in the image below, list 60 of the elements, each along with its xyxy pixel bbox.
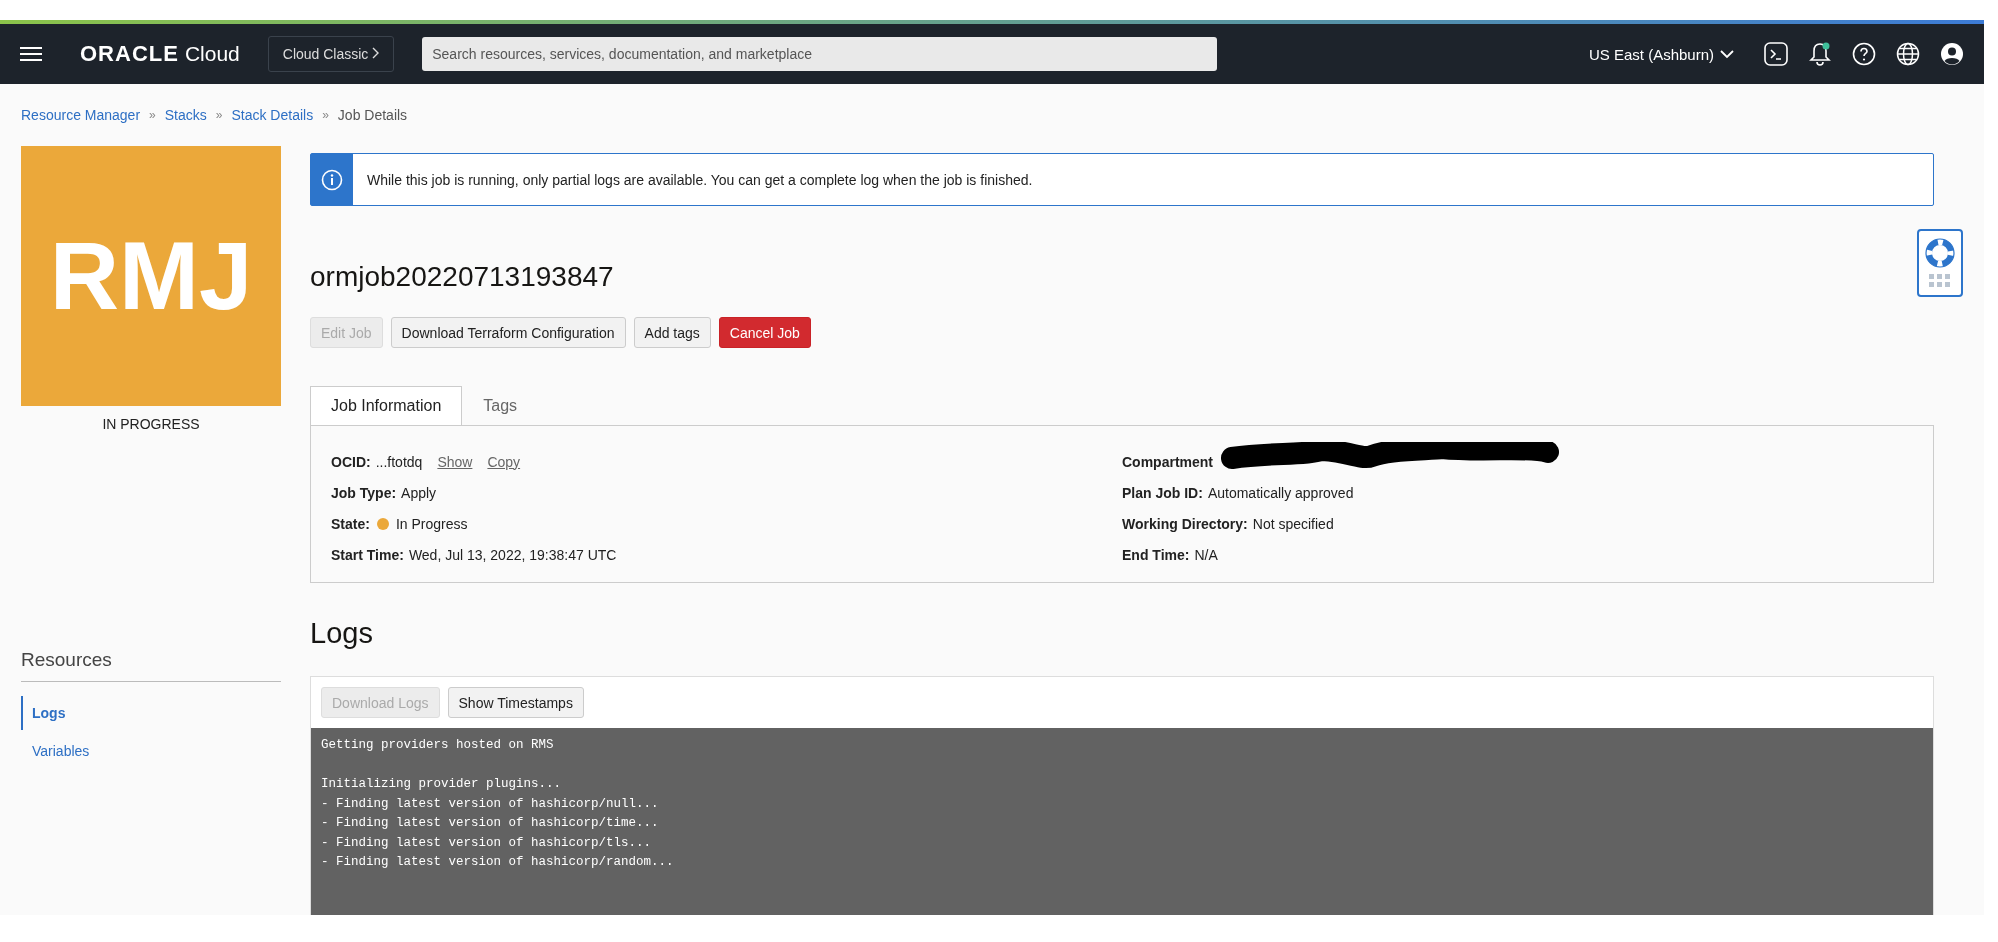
action-button[interactable]: Download Terraform Configuration [390,317,626,348]
globe-icon[interactable] [1896,42,1920,66]
user-avatar-icon[interactable] [1940,42,1964,66]
field-value: Automatically approved [1207,484,1354,501]
oracle-cloud-logo[interactable]: ORACLE Cloud [80,41,240,67]
breadcrumb-current: Job Details [337,107,408,123]
field-label: Compartment [1122,453,1213,470]
field-label: State: [331,515,370,532]
job-initials: RMJ [49,221,253,331]
field-value: N/A [1194,546,1218,563]
field-label: OCID: [331,453,371,470]
breadcrumb-separator: » [149,108,156,122]
banner-message: While this job is running, only partial logs are available. You can get a complete log when the job is finished. [367,171,1033,188]
field-value: Not specified [1252,515,1334,532]
breadcrumb-link[interactable]: Stack Details [231,107,314,123]
log-line: - Finding latest version of hashicorp/time... [321,816,660,832]
resources-heading: Resources [21,649,281,682]
breadcrumb-link[interactable]: Resource Manager [21,107,141,123]
breadcrumb-separator: » [215,108,223,122]
logs-heading: Logs [310,617,374,650]
cloud-classic-button[interactable]: Cloud Classic [267,36,395,72]
breadcrumb-separator: » [322,108,329,122]
info-icon [321,168,343,191]
region-selector[interactable]: US East (Ashburn) [1582,44,1740,64]
field-value: In Progress [395,515,468,532]
lifebuoy-icon [1925,238,1955,268]
log-line: Initializing provider plugins... [321,777,563,793]
field-label: End Time: [1122,546,1190,563]
tab[interactable]: Job Information [310,386,463,426]
chevron-right-icon [372,47,380,59]
action-button[interactable]: Cancel Job [718,317,811,348]
text-link[interactable]: Show [437,453,473,470]
job-status-label: IN PROGRESS [101,416,201,432]
bell-icon[interactable] [1808,41,1832,67]
menu-icon[interactable] [20,46,42,62]
grid-icon [1929,274,1951,288]
field-label: Plan Job ID: [1122,484,1203,501]
caret-icon [1720,49,1734,59]
field-value: ...ftotdq [375,453,423,470]
job-title: ormjob20220713193847 [310,261,615,293]
field-label: Start Time: [331,546,404,563]
resource-link[interactable]: Variables [21,734,281,768]
log-line: - Finding latest version of hashicorp/random... [321,855,675,871]
action-button[interactable]: Add tags [633,317,711,348]
resource-link[interactable]: Logs [21,696,281,730]
help-widget[interactable] [1917,229,1963,297]
text-link[interactable]: Copy [487,453,521,470]
log-button[interactable]: Show Timestamps [447,687,584,718]
field-label: Job Type: [331,484,397,501]
log-line: - Finding latest version of hashicorp/tls... [321,835,653,852]
breadcrumb-link[interactable]: Stacks [164,107,207,123]
terminal-icon[interactable] [1764,42,1788,66]
help-icon[interactable] [1852,42,1876,66]
log-line: Getting providers hosted on RMS [321,738,555,754]
search-field[interactable]: Search resources, services, documentation, and marketplace [422,37,1218,71]
field-label: Working Directory: [1122,515,1248,532]
log-line: - Finding latest version of hashicorp/null... [321,796,660,813]
field-value: Wed, Jul 13, 2022, 19:38:47 UTC [408,546,617,563]
field-value: Apply [401,484,437,501]
tab[interactable]: Tags [462,386,539,426]
